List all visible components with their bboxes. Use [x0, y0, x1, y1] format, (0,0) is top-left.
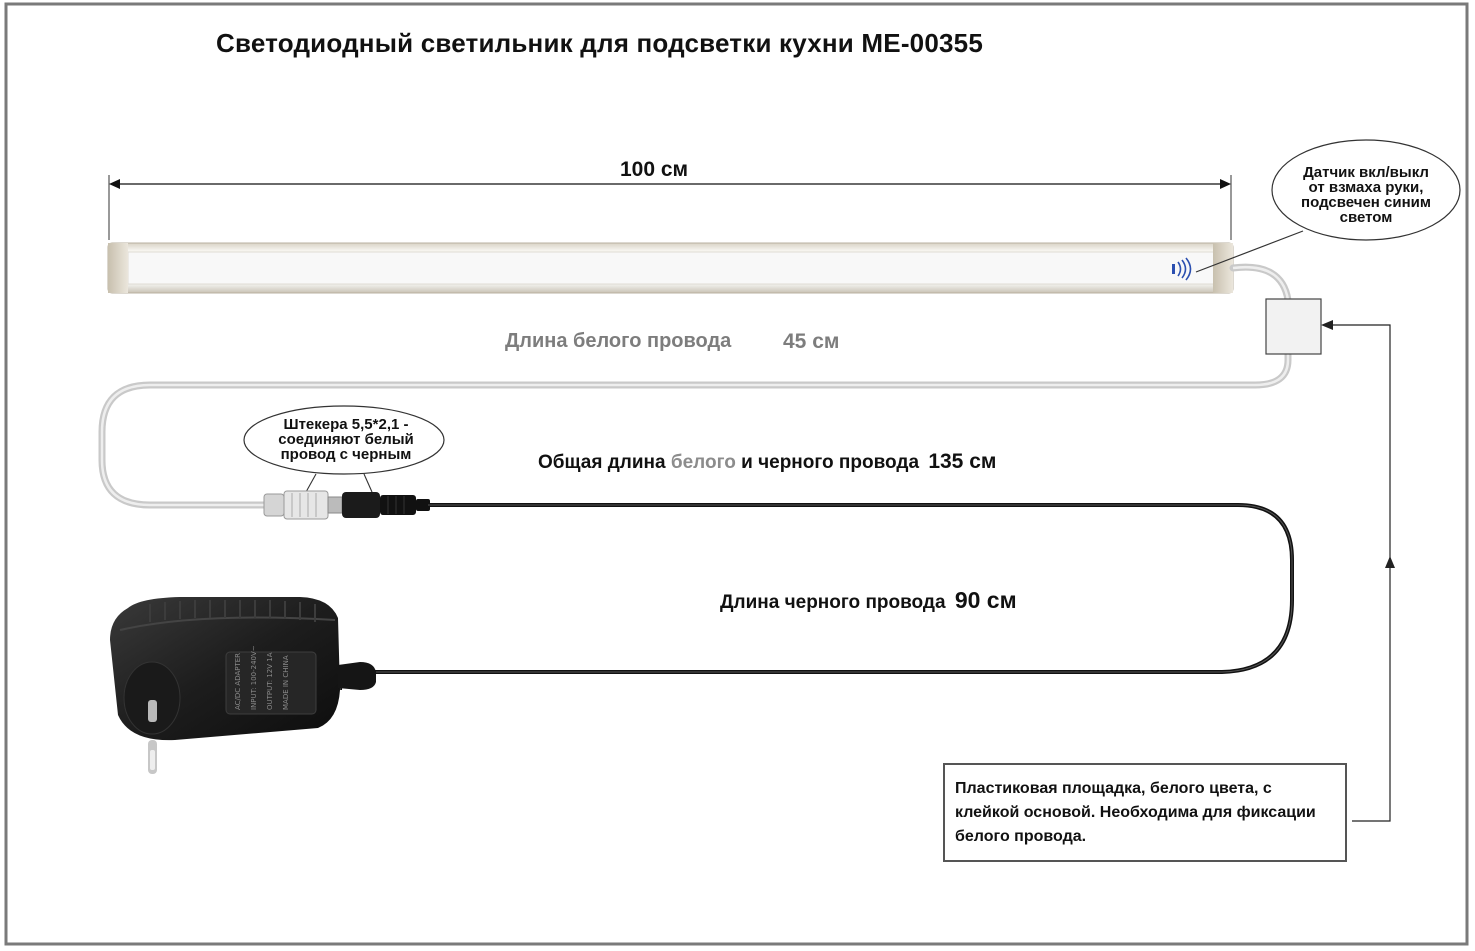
black-wire-label-text: Длина черного провода: [720, 592, 946, 613]
page-title: Светодиодный светильник для подсветки ку…: [216, 28, 983, 58]
plug-callout-text: Штекера 5,5*2,1 - соединяют белый провод…: [248, 417, 444, 462]
white-wire-label: Длина белого провода: [505, 330, 732, 352]
total-wire-white-word: белого: [670, 452, 736, 473]
total-wire-prefix: Общая длина: [538, 452, 666, 473]
plug-callout-line: соединяют белый: [278, 431, 414, 448]
length-label: 100 см: [620, 158, 689, 181]
black-connector: [342, 492, 430, 518]
plug-callout-line: провод с черным: [280, 446, 412, 463]
note-arrow: [1321, 320, 1395, 822]
sensor-callout-line: Датчик вкл/выкл: [1303, 164, 1429, 181]
total-wire-suffix: и черного провода: [741, 452, 920, 473]
black-wire-value: 90 см: [954, 587, 1017, 613]
total-wire-label: Общая длина белого и черного провода 135…: [538, 450, 996, 474]
adhesive-pad: [1265, 298, 1322, 355]
adapter-label-line: MADE IN CHINA: [282, 655, 290, 710]
adapter-label-line: OUTPUT: 12V 1A: [266, 652, 274, 710]
power-adapter: [110, 597, 376, 774]
sensor-callout-line: от взмаха руки,: [1308, 179, 1424, 196]
white-connector: [263, 490, 343, 520]
sensor-callout-line: подсвечен синим: [1301, 194, 1431, 211]
adapter-label-line: INPUT: 100-240V~: [250, 645, 258, 710]
adapter-label-line: AC/DC ADAPTER: [234, 653, 242, 710]
white-wire-value: 45 см: [783, 330, 840, 353]
plug-callout-line: Штекера 5,5*2,1 -: [283, 416, 409, 433]
black-wire-label: Длина черного провода 90 см: [720, 587, 1017, 614]
dimension-line: [108, 175, 1232, 240]
led-bar: [107, 242, 1234, 294]
note-box: Пластиковая площадка, белого цвета, с кл…: [943, 763, 1347, 862]
sensor-callout-text: Датчик вкл/выкл от взмаха руки, подсвече…: [1280, 165, 1452, 225]
total-wire-value: 135 см: [928, 450, 997, 473]
note-text: Пластиковая площадка, белого цвета, с кл…: [955, 780, 1316, 845]
sensor-callout-line: светом: [1339, 209, 1393, 226]
